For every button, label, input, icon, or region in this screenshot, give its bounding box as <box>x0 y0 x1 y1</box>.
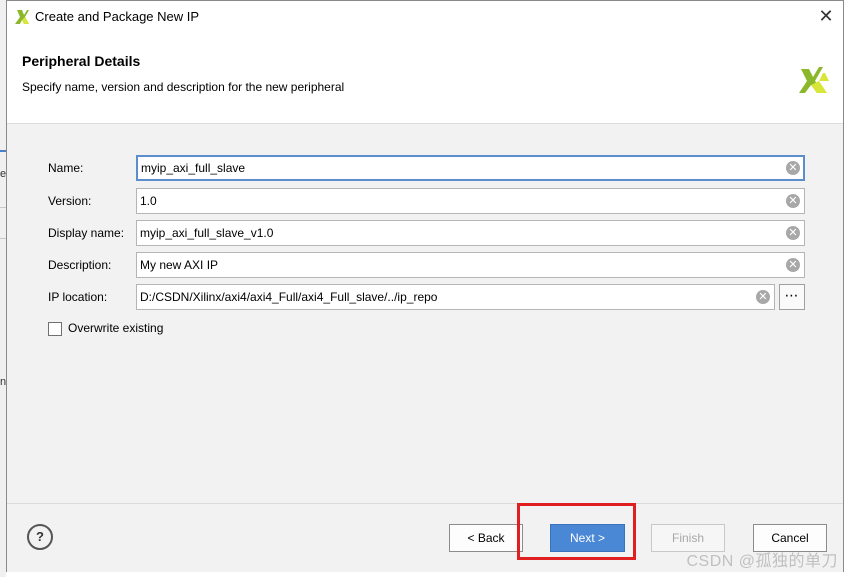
watermark: CSDN @孤独的单刀 <box>686 553 838 570</box>
clear-icon[interactable]: ✕ <box>756 290 770 304</box>
display-name-label: Display name: <box>48 226 125 240</box>
version-field[interactable] <box>137 189 778 213</box>
help-button[interactable]: ? <box>27 524 53 550</box>
version-row: Version: ✕ <box>7 188 843 214</box>
xilinx-logo-icon <box>15 10 29 24</box>
clear-icon[interactable]: ✕ <box>786 226 800 240</box>
create-package-ip-dialog: Create and Package New IP ✕ Peripheral D… <box>6 0 844 572</box>
name-field[interactable] <box>138 157 777 179</box>
page-subtitle: Specify name, version and description fo… <box>22 80 345 94</box>
overwrite-existing-checkbox[interactable] <box>48 322 62 336</box>
next-button-highlight <box>517 503 636 560</box>
ip-location-field[interactable] <box>137 285 748 309</box>
name-field-box: ✕ <box>136 155 805 181</box>
title-bar: Create and Package New IP ✕ <box>7 1 843 33</box>
xilinx-logo-icon <box>799 67 829 93</box>
page-title: Peripheral Details <box>22 53 141 69</box>
overwrite-existing-label[interactable]: Overwrite existing <box>68 321 163 335</box>
description-field-box: ✕ <box>136 252 805 278</box>
clear-icon[interactable]: ✕ <box>786 194 800 208</box>
back-button[interactable]: < Back <box>449 524 523 552</box>
description-label: Description: <box>48 258 112 272</box>
name-label: Name: <box>48 161 84 175</box>
form-panel: Name: ✕ Version: ✕ Display name: ✕ Descr… <box>7 123 843 504</box>
version-label: Version: <box>48 194 92 208</box>
description-field[interactable] <box>137 253 778 277</box>
page-header: Peripheral Details Specify name, version… <box>7 45 843 123</box>
description-row: Description: ✕ <box>7 252 843 278</box>
ip-location-label: IP location: <box>48 290 108 304</box>
version-field-box: ✕ <box>136 188 805 214</box>
display-name-field[interactable] <box>137 221 778 245</box>
ip-location-field-box: ✕ <box>136 284 775 310</box>
display-name-row: Display name: ✕ <box>7 220 843 246</box>
browse-button[interactable]: ⋯ <box>779 284 805 310</box>
display-name-field-box: ✕ <box>136 220 805 246</box>
window-title: Create and Package New IP <box>35 9 200 24</box>
clear-icon[interactable]: ✕ <box>786 161 800 175</box>
clear-icon[interactable]: ✕ <box>786 258 800 272</box>
ip-location-row: IP location: ✕ ⋯ <box>7 284 843 310</box>
close-icon[interactable]: ✕ <box>817 7 835 25</box>
name-row: Name: ✕ <box>7 155 843 181</box>
